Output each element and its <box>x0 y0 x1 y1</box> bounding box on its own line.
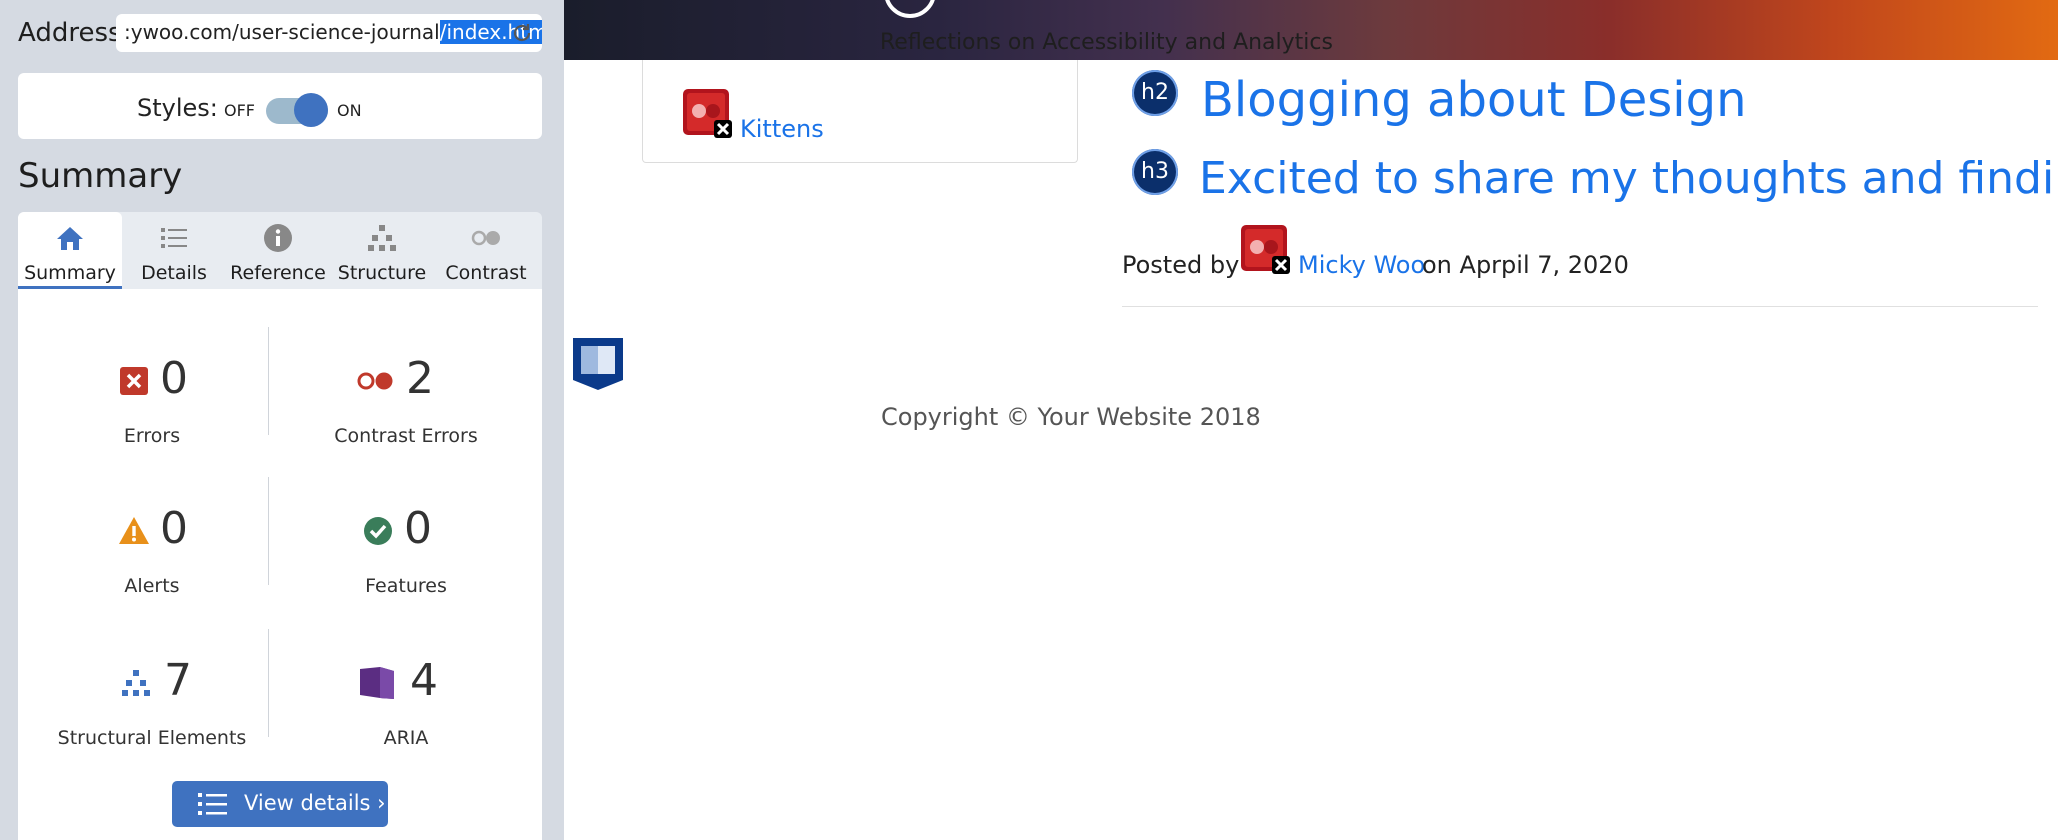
error-icon <box>120 367 148 395</box>
home-icon <box>57 227 83 250</box>
site-logo-icon <box>884 0 936 18</box>
stat-label: Alerts <box>124 575 180 597</box>
post-subtitle-h3[interactable]: Excited to share my thoughts and finding… <box>1199 153 2058 204</box>
address-value-start: :ywoo.com/user-science-journal <box>124 20 440 44</box>
list-icon <box>198 793 227 815</box>
reload-icon[interactable] <box>510 21 534 45</box>
address-bar: Address: :ywoo.com/user-science-journal/… <box>18 12 542 54</box>
tab-label: Summary <box>24 262 116 284</box>
stat-contrast-errors[interactable]: 2 Contrast Errors <box>286 353 526 463</box>
image-error-icon <box>1241 225 1290 274</box>
stat-count: 7 <box>164 655 192 706</box>
copyright-text: Copyright © Your Website 2018 <box>881 403 1261 431</box>
contrast-error-icon <box>357 372 393 390</box>
aria-icon <box>360 667 394 699</box>
tab-label: Structure <box>337 262 427 284</box>
summary-heading: Summary <box>18 156 183 196</box>
view-details-button[interactable]: View details › <box>172 781 388 827</box>
summary-body: 0 Errors 2 Contrast Errors 0 Alerts 0 Fe… <box>18 289 542 840</box>
contrast-icon <box>471 230 500 246</box>
stat-label: ARIA <box>383 727 429 749</box>
address-input[interactable]: :ywoo.com/user-science-journal/index.htm… <box>116 14 542 52</box>
kittens-link[interactable]: Kittens <box>740 115 824 143</box>
tab-structure[interactable]: Structure <box>330 212 434 289</box>
styles-toggle-card: Styles: OFF ON <box>18 73 542 139</box>
hierarchy-icon <box>122 670 150 696</box>
stat-count: 0 <box>160 503 188 554</box>
stat-label: Contrast Errors <box>334 425 478 447</box>
stat-count: 2 <box>406 353 434 404</box>
author-link[interactable]: Micky Woo <box>1298 251 1425 279</box>
wave-panel: Address: :ywoo.com/user-science-journal/… <box>0 0 564 840</box>
hierarchy-icon <box>368 225 396 251</box>
tab-details[interactable]: Details <box>122 212 226 289</box>
stat-aria[interactable]: 4 ARIA <box>286 655 526 765</box>
site-tagline: Reflections on Accessibility and Analyti… <box>880 30 1333 55</box>
stat-features[interactable]: 0 Features <box>286 503 526 613</box>
posted-by-label: Posted by <box>1122 251 1240 279</box>
h3-badge-icon: h3 <box>1132 149 1178 195</box>
post-date: on Aprpil 7, 2020 <box>1422 251 1629 279</box>
site-banner: Reflections on Accessibility and Analyti… <box>564 0 2058 60</box>
tab-label: Details <box>141 262 207 284</box>
tab-summary[interactable]: Summary <box>18 212 122 289</box>
post-title-h2[interactable]: Blogging about Design <box>1201 72 1747 128</box>
address-label: Address: <box>18 18 131 48</box>
stat-label: Errors <box>123 425 181 447</box>
styles-off-label: OFF <box>224 101 255 120</box>
stat-label: Structural Elements <box>57 727 247 749</box>
panel-tabs: Summary Details Reference Structure Cont… <box>18 212 542 289</box>
feature-icon <box>364 517 392 545</box>
css-badge-icon <box>573 338 623 390</box>
styles-on-label: ON <box>337 101 362 120</box>
h2-badge-icon: h2 <box>1132 70 1178 116</box>
alert-icon <box>119 517 149 544</box>
styles-toggle-knob[interactable] <box>294 93 328 127</box>
stat-count: 4 <box>410 655 438 706</box>
address-value[interactable]: :ywoo.com/user-science-journal/index.htm… <box>124 20 542 44</box>
view-details-label: View details › <box>244 791 386 815</box>
stat-label: Features <box>365 575 447 597</box>
image-error-icon <box>683 89 732 138</box>
stat-structural-elements[interactable]: 7 Structural Elements <box>32 655 272 765</box>
stat-count: 0 <box>404 503 432 554</box>
tab-contrast[interactable]: Contrast <box>434 212 538 289</box>
list-icon <box>161 228 187 248</box>
stat-count: 0 <box>160 353 188 404</box>
page-content: Reflections on Accessibility and Analyti… <box>564 0 2058 840</box>
tab-label: Reference <box>230 262 326 284</box>
stat-errors[interactable]: 0 Errors <box>32 353 272 463</box>
styles-label: Styles: <box>137 94 218 122</box>
stat-alerts[interactable]: 0 Alerts <box>32 503 272 613</box>
divider <box>1122 306 2038 307</box>
tab-reference[interactable]: Reference <box>226 212 330 289</box>
tab-label: Contrast <box>445 262 527 284</box>
info-icon <box>264 224 292 252</box>
sidebar-card: Kittens <box>642 60 1078 163</box>
